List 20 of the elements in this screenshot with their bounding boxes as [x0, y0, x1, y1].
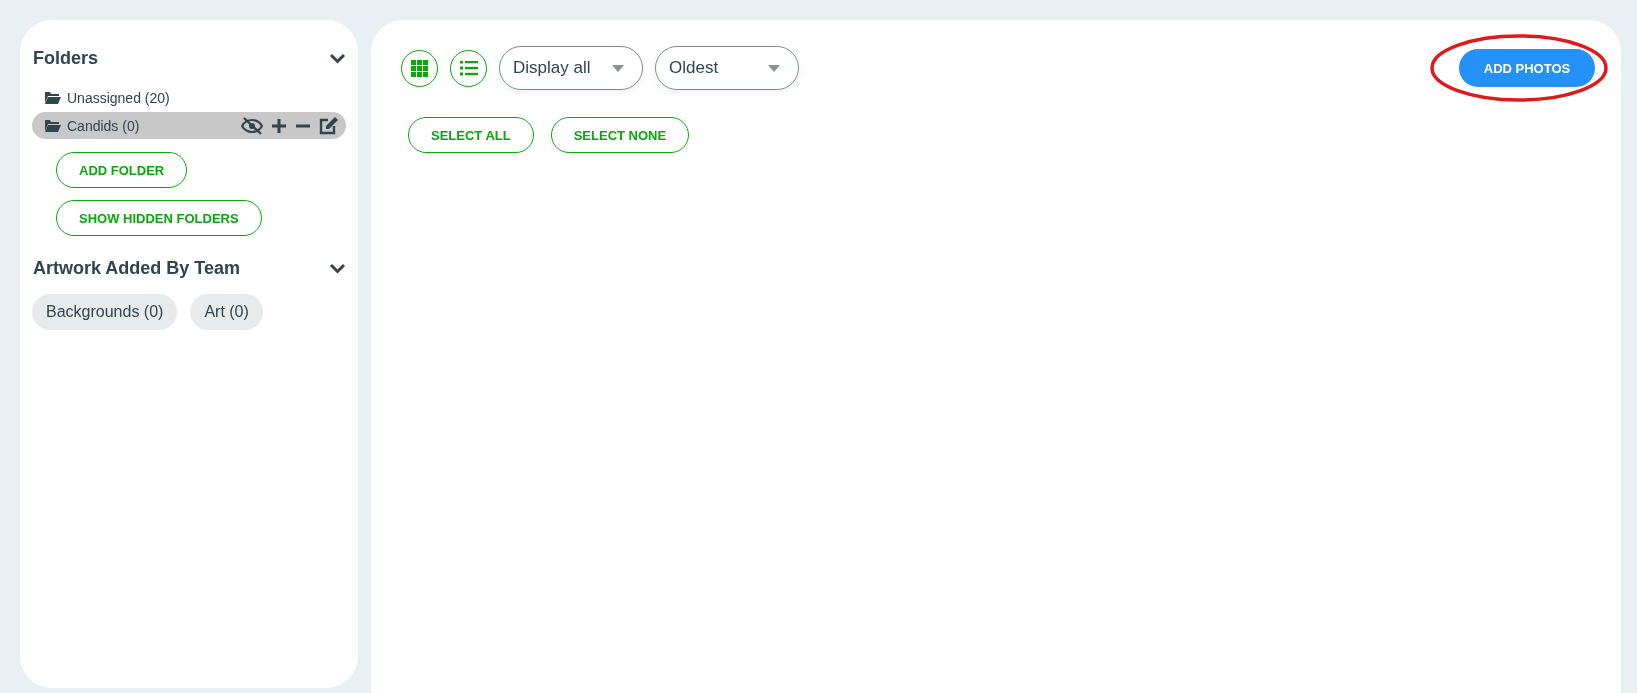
list-icon [459, 60, 478, 76]
chevron-icon[interactable] [329, 52, 346, 64]
grid-view-button[interactable] [401, 49, 438, 87]
folder-icon [44, 119, 61, 132]
eye-off-icon[interactable] [241, 116, 263, 135]
category-chip[interactable]: Art (0) [190, 294, 263, 330]
section-title: Folders [33, 48, 98, 69]
list-view-button[interactable] [450, 49, 487, 87]
folder-icon [44, 91, 61, 104]
edit-icon[interactable] [319, 116, 338, 135]
grid-icon [411, 59, 428, 77]
caret-icon [768, 64, 780, 72]
folder-item[interactable]: Unassigned (20) [32, 84, 346, 111]
folder-item[interactable]: Candids (0) [32, 112, 346, 139]
caret-icon [612, 64, 624, 72]
chevron-icon[interactable] [329, 262, 346, 274]
add-photos-button[interactable]: ADD PHOTOS [1459, 49, 1595, 87]
plus-icon[interactable] [271, 117, 287, 134]
section-title: Artwork Added By Team [33, 258, 241, 279]
category-chip[interactable]: Backgrounds (0) [32, 294, 178, 330]
